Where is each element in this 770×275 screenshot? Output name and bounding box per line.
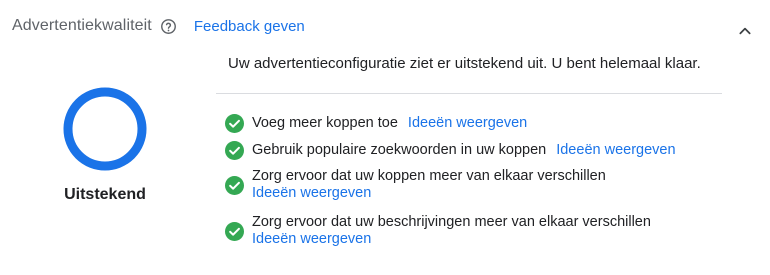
ideas-link[interactable]: Ideeën weergeven [252,185,371,201]
tip-text: Gebruik populaire zoekwoorden in uw kopp… [252,141,547,158]
check-circle-icon [224,140,244,160]
tip-text: Zorg ervoor dat uw koppen meer van elkaa… [252,168,606,184]
tip-item: Zorg ervoor dat uw koppen meer van elkaa… [224,168,606,202]
check-circle-icon [224,175,244,195]
check-circle-icon [224,113,244,133]
tip-item: Voeg meer koppen toe Ideeën weergeven [224,113,527,133]
score-label: Uitstekend [64,186,146,203]
chevron-up-icon[interactable] [734,20,756,42]
feedback-link[interactable]: Feedback geven [194,18,305,35]
section-header: Advertentiekwaliteit Feedback geven [12,14,305,38]
check-circle-icon [224,221,244,241]
ideas-link[interactable]: Ideeën weergeven [556,142,675,158]
section-title: Advertentiekwaliteit [12,17,152,34]
divider [216,93,722,94]
tip-item: Gebruik populaire zoekwoorden in uw kopp… [224,140,676,160]
tip-text: Voeg meer koppen toe [252,114,398,131]
score-ring-fill [63,87,147,171]
ideas-link[interactable]: Ideeën weergeven [252,231,371,247]
tip-item: Zorg ervoor dat uw beschrijvingen meer v… [224,214,651,248]
ideas-link[interactable]: Ideeën weergeven [408,115,527,131]
tip-text: Zorg ervoor dat uw beschrijvingen meer v… [252,214,651,230]
help-circle-icon[interactable] [160,17,178,35]
summary-text: Uw advertentieconfiguratie ziet er uitst… [228,55,701,72]
score-ring [63,87,147,171]
quality-score: Uitstekend [40,86,170,204]
